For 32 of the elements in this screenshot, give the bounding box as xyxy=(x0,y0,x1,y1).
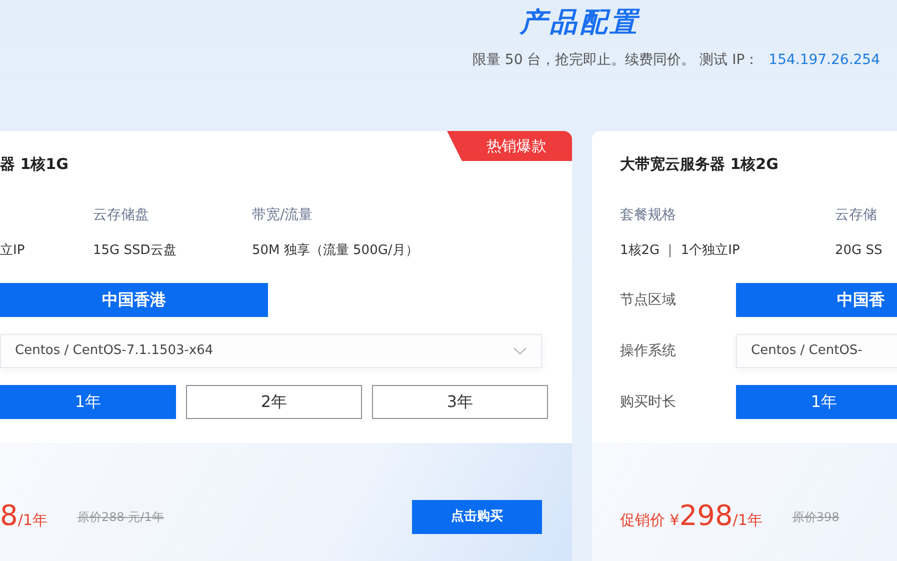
spec-label: 云存储 xyxy=(835,206,878,225)
buy-button[interactable]: 点击购买 xyxy=(412,500,542,534)
option-button[interactable]: 中国香 xyxy=(736,283,897,317)
spec-label: 云存储盘 xyxy=(93,206,150,225)
promo-price: 促销价 ¥298/1年 xyxy=(620,502,762,532)
os-select[interactable]: Centos / CentOS- xyxy=(736,334,897,368)
hot-sale-badge: 热销爆款 xyxy=(447,131,572,161)
spec-value: 20G SS xyxy=(835,242,884,260)
spec-label: 套餐规格 xyxy=(620,206,677,225)
option-label: 操作系统 xyxy=(620,342,677,360)
option-label: 节点区域 xyxy=(620,290,677,310)
section-title: 产品配置 xyxy=(518,6,641,40)
spec-value: 立IP xyxy=(0,242,26,260)
option-button[interactable]: 1年 xyxy=(0,385,176,419)
original-price: 原价398 xyxy=(792,509,840,526)
option-button[interactable]: 3年 xyxy=(372,385,548,419)
product-title: 器 1核1G xyxy=(0,154,70,175)
product-title: 大带宽云服务器 1核2G xyxy=(620,154,780,175)
chevron-down-icon xyxy=(513,347,527,355)
original-price: 原价288 元/1年 xyxy=(77,509,164,526)
spec-value: 1核2G ｜ 1个独立IP xyxy=(620,242,741,260)
promo-price: 8/1年 xyxy=(0,502,48,532)
option-button[interactable]: 2年 xyxy=(186,385,362,419)
os-select[interactable]: Centos / CentOS-7.1.1503-x64 xyxy=(0,334,542,368)
option-button[interactable]: 中国香港 xyxy=(0,283,268,317)
spec-value: 15G SSD云盘 xyxy=(93,242,178,260)
spec-value: 50M 独享（流量 500G/月） xyxy=(252,242,411,260)
spec-label: 带宽/流量 xyxy=(252,206,314,225)
option-button[interactable]: 1年 xyxy=(736,385,897,419)
promo-note: 限量 50 台，抢完即止。续费同价。 测试 IP： xyxy=(472,52,759,68)
test-ip: 154.197.26.254 xyxy=(768,52,880,68)
option-label: 购买时长 xyxy=(620,392,677,412)
